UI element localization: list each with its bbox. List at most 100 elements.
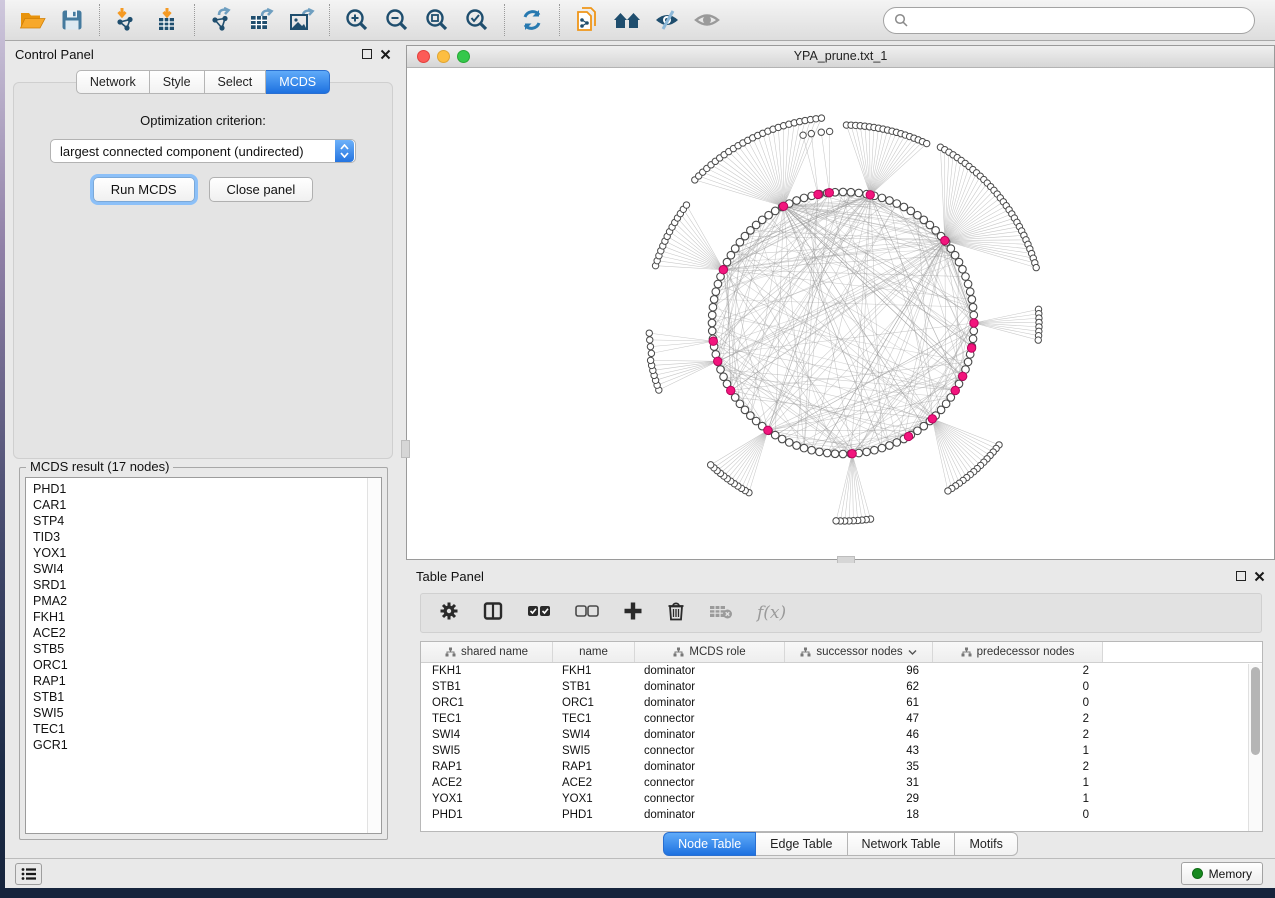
ring-node[interactable]	[800, 444, 808, 452]
ring-node[interactable]	[708, 311, 716, 319]
leaf-node[interactable]	[818, 115, 824, 121]
table-row[interactable]: SWI4SWI4dominator462	[421, 727, 1262, 743]
search-input[interactable]	[909, 13, 1244, 28]
show-all-button[interactable]	[692, 5, 722, 35]
maximize-window-icon[interactable]	[457, 50, 470, 63]
open-file-button[interactable]	[17, 5, 47, 35]
leaf-node[interactable]	[707, 462, 713, 468]
result-list-item[interactable]: STB1	[33, 689, 365, 705]
ring-node[interactable]	[969, 335, 977, 343]
mcds-hub-node[interactable]	[951, 386, 959, 394]
import-table-button[interactable]	[152, 5, 182, 35]
zoom-fit-button[interactable]	[422, 5, 452, 35]
leaf-node[interactable]	[923, 140, 929, 146]
add-column-button[interactable]	[623, 601, 643, 626]
table-row[interactable]: RAP1RAP1dominator352	[421, 759, 1262, 775]
result-list-item[interactable]: SRD1	[33, 577, 365, 593]
mcds-hub-node[interactable]	[904, 432, 912, 440]
zoom-out-button[interactable]	[382, 5, 412, 35]
result-list-item[interactable]: TEC1	[33, 721, 365, 737]
leaf-node[interactable]	[833, 518, 839, 524]
clone-network-button[interactable]	[572, 5, 602, 35]
table-row[interactable]: FKH1FKH1dominator962	[421, 663, 1262, 679]
ring-node[interactable]	[808, 446, 816, 454]
tab-node-table[interactable]: Node Table	[663, 832, 756, 856]
mcds-hub-node[interactable]	[958, 372, 966, 380]
ring-node[interactable]	[855, 189, 863, 197]
ring-node[interactable]	[712, 288, 720, 296]
float-panel-icon[interactable]	[362, 49, 372, 59]
mcds-hub-node[interactable]	[779, 202, 787, 210]
memory-button[interactable]: Memory	[1181, 862, 1263, 885]
result-list-item[interactable]: RAP1	[33, 673, 365, 689]
criterion-dropdown[interactable]: largest connected component (undirected)	[50, 139, 356, 163]
ring-node[interactable]	[793, 442, 801, 450]
table-row[interactable]: ORC1ORC1dominator610	[421, 695, 1262, 711]
ring-node[interactable]	[831, 450, 839, 458]
run-mcds-button[interactable]: Run MCDS	[93, 177, 195, 202]
result-list-item[interactable]: PMA2	[33, 593, 365, 609]
ring-node[interactable]	[893, 439, 901, 447]
mcds-hub-node[interactable]	[764, 426, 772, 434]
ring-node[interactable]	[709, 303, 717, 311]
ring-node[interactable]	[951, 251, 959, 259]
leaf-node[interactable]	[945, 488, 951, 494]
leaf-node[interactable]	[647, 337, 653, 343]
leaf-node[interactable]	[683, 202, 689, 208]
leaf-node[interactable]	[808, 130, 814, 136]
deselect-all-button[interactable]	[575, 604, 599, 623]
ring-node[interactable]	[968, 296, 976, 304]
ring-node[interactable]	[970, 327, 978, 335]
leaf-node[interactable]	[646, 330, 652, 336]
ring-node[interactable]	[847, 188, 855, 196]
ring-node[interactable]	[778, 435, 786, 443]
network-graph[interactable]	[407, 69, 1274, 559]
ring-node[interactable]	[714, 280, 722, 288]
mcds-hub-node[interactable]	[814, 190, 822, 198]
ring-node[interactable]	[970, 311, 978, 319]
result-list-item[interactable]: GCR1	[33, 737, 365, 753]
close-window-icon[interactable]	[417, 50, 430, 63]
table-row[interactable]: PHD1PHD1dominator180	[421, 807, 1262, 823]
ring-node[interactable]	[839, 188, 847, 196]
vertical-splitter-handle[interactable]	[401, 440, 410, 458]
leaf-node[interactable]	[647, 357, 653, 363]
leaf-node[interactable]	[1033, 264, 1039, 270]
table-row[interactable]: STB1STB1dominator620	[421, 679, 1262, 695]
hide-selected-button[interactable]	[652, 5, 682, 35]
mcds-hub-node[interactable]	[727, 386, 735, 394]
close-panel-button[interactable]: Close panel	[209, 177, 314, 202]
ring-node[interactable]	[823, 449, 831, 457]
network-window-titlebar[interactable]: YPA_prune.txt_1	[407, 46, 1274, 68]
delete-table-button[interactable]	[709, 602, 733, 625]
task-history-button[interactable]	[15, 863, 42, 885]
result-list-item[interactable]: ORC1	[33, 657, 365, 673]
ring-node[interactable]	[816, 448, 824, 456]
mcds-hub-node[interactable]	[866, 191, 874, 199]
table-scrollbar[interactable]	[1248, 664, 1262, 831]
mcds-hub-node[interactable]	[714, 357, 722, 365]
ring-node[interactable]	[723, 258, 731, 266]
ring-node[interactable]	[886, 197, 894, 205]
ring-node[interactable]	[964, 280, 972, 288]
column-header-name[interactable]: name	[553, 642, 635, 662]
result-list-item[interactable]: YOX1	[33, 545, 365, 561]
leaf-node[interactable]	[647, 343, 653, 349]
ring-node[interactable]	[793, 197, 801, 205]
mcds-hub-node[interactable]	[709, 337, 717, 345]
minimize-window-icon[interactable]	[437, 50, 450, 63]
delete-column-button[interactable]	[667, 601, 685, 626]
ring-node[interactable]	[886, 442, 894, 450]
result-list-item[interactable]: PHD1	[33, 481, 365, 497]
column-header-predecessor-nodes[interactable]: predecessor nodes	[933, 642, 1103, 662]
mcds-hub-node[interactable]	[825, 189, 833, 197]
home-button[interactable]	[612, 5, 642, 35]
ring-node[interactable]	[966, 288, 974, 296]
ring-node[interactable]	[708, 327, 716, 335]
leaf-node[interactable]	[648, 350, 654, 356]
float-panel-icon[interactable]	[1236, 571, 1246, 581]
ring-node[interactable]	[964, 358, 972, 366]
tab-motifs[interactable]: Motifs	[955, 832, 1017, 856]
leaf-node[interactable]	[826, 128, 832, 134]
column-header-shared-name[interactable]: shared name	[421, 642, 553, 662]
